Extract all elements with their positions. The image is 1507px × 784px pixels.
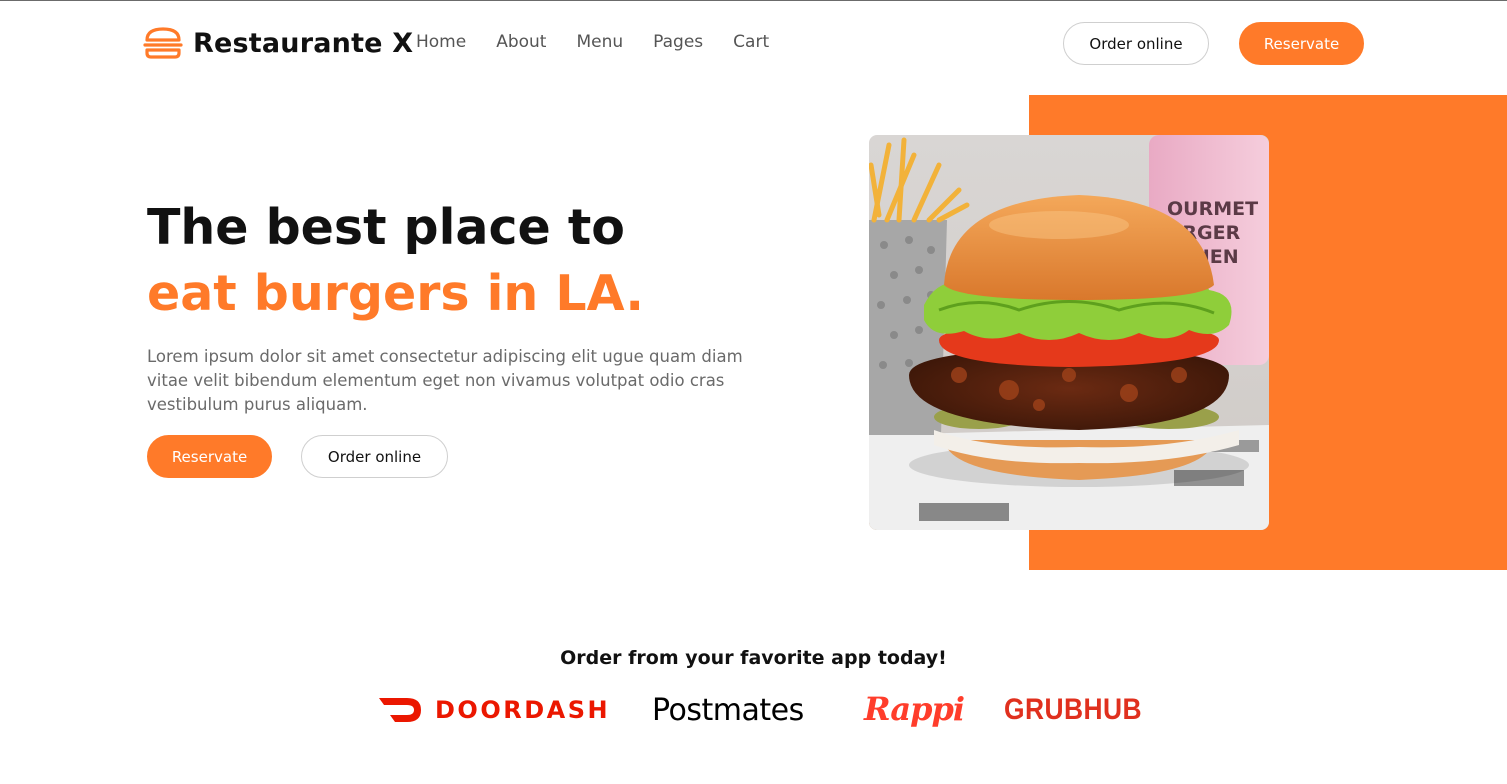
nav-link-cart[interactable]: Cart bbox=[733, 32, 769, 52]
nav-links: Home About Menu Pages Cart bbox=[416, 32, 799, 52]
hero-title-line1: The best place to bbox=[147, 199, 625, 256]
grubhub-logo[interactable]: GRUBHUB bbox=[1004, 691, 1161, 729]
postmates-logo[interactable]: Postmates bbox=[652, 691, 804, 729]
postmates-wordmark: Postmates bbox=[652, 692, 804, 728]
burger-icon bbox=[143, 27, 183, 59]
doordash-logo[interactable]: DOORDASH bbox=[377, 693, 610, 727]
nav-link-menu[interactable]: Menu bbox=[576, 32, 623, 52]
doordash-icon bbox=[379, 698, 421, 722]
hero-description: Lorem ipsum dolor sit amet consectetur a… bbox=[147, 347, 743, 414]
hero-reservate-button[interactable]: Reservate bbox=[147, 435, 272, 478]
rappi-wordmark: Rappi bbox=[864, 690, 965, 728]
landing-page: Restaurante X Home About Menu Pages Cart… bbox=[0, 0, 1507, 784]
nav-link-pages[interactable]: Pages bbox=[653, 32, 703, 52]
apps-title: Order from your favorite app today! bbox=[560, 647, 947, 669]
nav-order-online-button[interactable]: Order online bbox=[1063, 22, 1209, 65]
doordash-wordmark: DOORDASH bbox=[435, 696, 611, 724]
grubhub-wordmark: GRUBHUB bbox=[1004, 693, 1143, 726]
hero-order-online-button[interactable]: Order online bbox=[301, 435, 448, 478]
hero-title-line2: eat burgers in LA. bbox=[147, 265, 645, 322]
nav-reservate-button[interactable]: Reservate bbox=[1239, 22, 1364, 65]
rappi-logo[interactable]: Rappi bbox=[864, 689, 965, 729]
brand[interactable]: Restaurante X bbox=[143, 25, 413, 61]
nav-link-about[interactable]: About bbox=[496, 32, 546, 52]
cup-label-1: OURMET bbox=[1167, 198, 1258, 220]
brand-name: Restaurante X bbox=[193, 27, 414, 59]
hero-title: The best place to eat burgers in LA. bbox=[147, 195, 644, 327]
nav-link-home[interactable]: Home bbox=[416, 32, 466, 52]
navbar: Restaurante X Home About Menu Pages Cart… bbox=[0, 1, 1507, 85]
hero-burger-image: OURMET URGER TCHEN bbox=[869, 135, 1269, 530]
